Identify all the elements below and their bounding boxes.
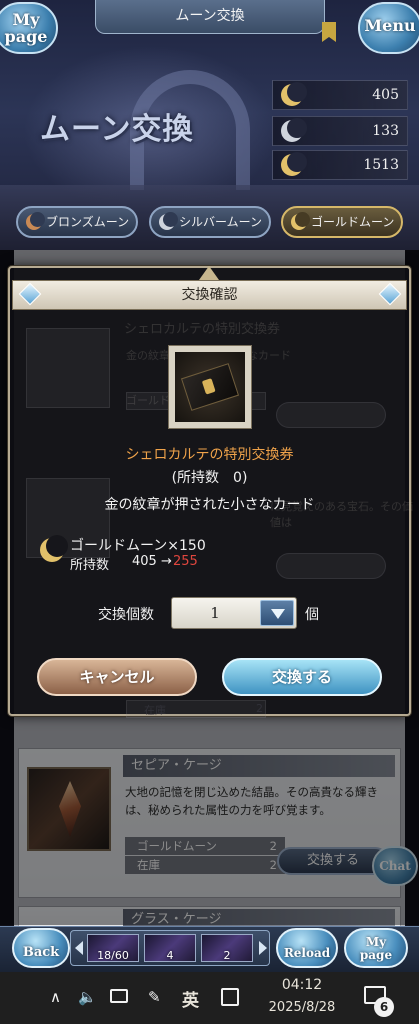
strip-slot[interactable]: 2 (201, 934, 253, 962)
menu-button[interactable]: Menu (358, 2, 419, 54)
card-graphic (180, 363, 240, 411)
party-strip[interactable]: 18/60 4 2 (70, 930, 270, 966)
tab-bronze-moon[interactable]: ブロンズムーン (16, 206, 138, 238)
ghost-item-name: シェロカルテの特別交換券 (124, 322, 281, 337)
tab-label: ゴールドムーン (311, 215, 395, 229)
speaker-icon[interactable]: 🔈 (78, 988, 97, 1006)
currency-gold-moon: 405 (272, 80, 408, 110)
bronze-moon-icon (26, 212, 45, 230)
quantity-select[interactable]: 1 (171, 597, 297, 629)
gold-moon-icon (40, 535, 68, 562)
exchange-item-image (168, 345, 252, 429)
cost-before-value: 405 (132, 554, 157, 569)
ghost-thumbnail (26, 328, 110, 408)
currency-value: 405 (372, 87, 399, 103)
chevron-right-icon[interactable] (259, 941, 267, 955)
dialog-title: 交換確認 (12, 280, 407, 310)
cost-owned-label: 所持数 (70, 558, 110, 573)
gold-moon-icon (281, 152, 307, 176)
chevron-up-icon[interactable]: ∧ (50, 988, 61, 1006)
exchange-item-description: 金の紋章が押された小さなカード (104, 497, 315, 513)
gold-moon-icon (281, 82, 307, 106)
silver-moon-icon (159, 212, 178, 230)
slot-count: 18/60 (97, 949, 129, 962)
owned-count: (所持数 0) (171, 470, 248, 486)
cost-label: ゴールドムーン×150 (70, 538, 206, 554)
pen-icon[interactable]: ✎ (148, 988, 161, 1006)
currency-gold-moon-2: 1513 (272, 150, 408, 180)
back-button[interactable]: Back (12, 928, 70, 968)
quantity-label: 交換個数 (98, 607, 154, 623)
ghost-exchange-button (276, 402, 386, 428)
silver-moon-icon (281, 118, 307, 142)
mypage-button-bottom[interactable]: My page (344, 928, 408, 968)
gold-moon-icon (291, 212, 310, 230)
cost-after-value: 255 (173, 554, 198, 569)
mypage-button[interactable]: My page (0, 2, 58, 54)
clock-time[interactable]: 04:12 (263, 977, 341, 993)
ime-mode-icon[interactable] (221, 988, 239, 1006)
tab-silver-moon[interactable]: シルバームーン (149, 206, 271, 238)
quantity-value: 1 (210, 604, 220, 622)
clock-date[interactable]: 2025/8/28 (255, 1000, 349, 1015)
strip-slot[interactable]: 4 (144, 934, 196, 962)
slot-count: 4 (166, 949, 174, 962)
cost-arrow: → (161, 554, 172, 569)
quantity-unit: 個 (305, 607, 319, 623)
tab-label: シルバームーン (179, 215, 263, 229)
reload-button[interactable]: Reload (276, 928, 338, 968)
tab-label: ブロンズムーン (46, 215, 130, 229)
strip-slot[interactable]: 18/60 (87, 934, 139, 962)
tab-gold-moon[interactable]: ゴールドムーン (281, 206, 403, 238)
ghost-exchange-button-2 (276, 553, 386, 579)
cancel-button[interactable]: キャンセル (37, 658, 197, 696)
ghost-stock-value: 2 (256, 702, 263, 715)
slot-count: 2 (223, 949, 231, 962)
notification-badge: 6 (374, 997, 394, 1017)
chevron-left-icon[interactable] (75, 941, 83, 955)
special-ticket-card-icon (175, 352, 245, 422)
currency-value: 1513 (363, 157, 399, 173)
network-icon[interactable] (110, 989, 128, 1003)
os-taskbar (0, 972, 419, 1024)
ghost-stock-label: 在庫 (144, 704, 166, 717)
page-title: ムーン交換 (95, 0, 325, 34)
confirm-exchange-button[interactable]: 交換する (222, 658, 382, 696)
currency-silver-moon: 133 (272, 116, 408, 146)
exchange-item-name: シェロカルテの特別交換券 (125, 447, 294, 463)
hero-title: ムーン交換 (40, 112, 194, 147)
currency-value: 133 (372, 123, 399, 139)
chevron-down-icon[interactable] (260, 600, 294, 626)
ime-language-indicator[interactable]: 英 (182, 986, 199, 1011)
